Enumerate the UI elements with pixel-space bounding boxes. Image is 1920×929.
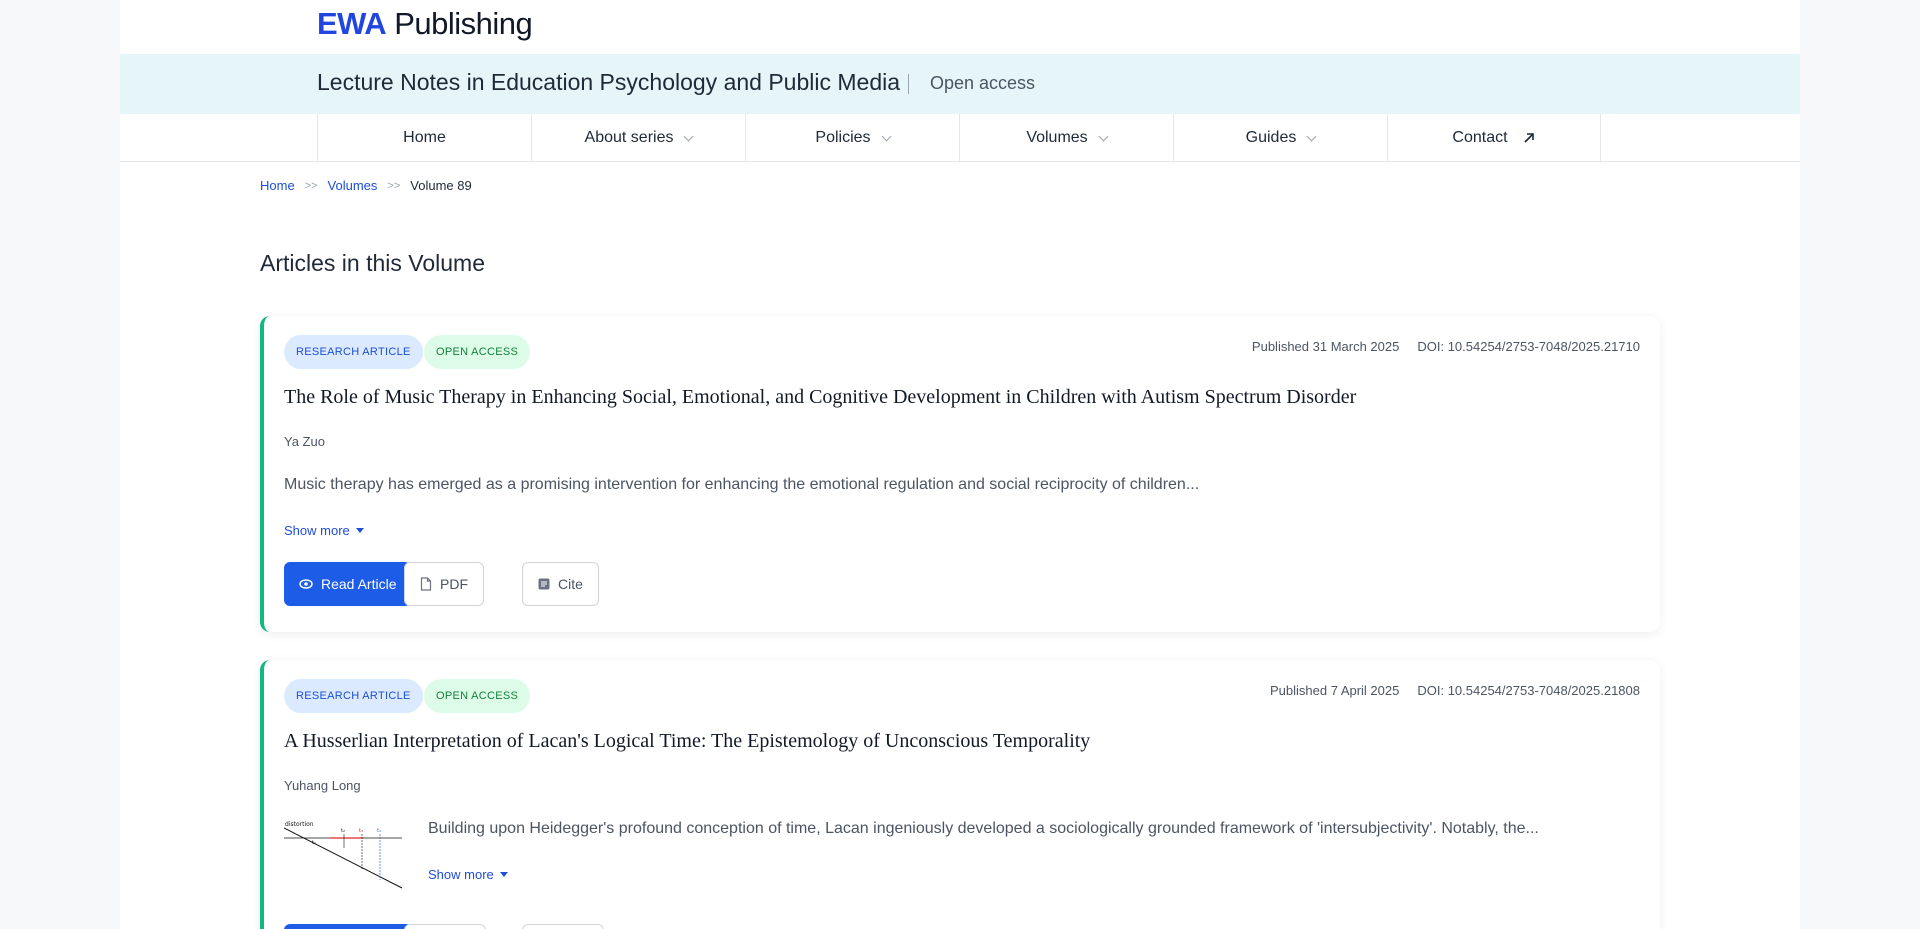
article-abstract: Building upon Heidegger's profound conce…	[428, 820, 1539, 837]
open-access-badge: OPEN ACCESS	[424, 679, 531, 713]
page-container: EWA Publishing Lecture Notes in Educatio…	[120, 0, 1800, 929]
cite-icon	[538, 578, 550, 590]
article-type-badge: RESEARCH ARTICLE	[284, 679, 423, 713]
article-card: RESEARCH ARTICLE OPEN ACCESS Published 3…	[260, 316, 1660, 632]
cite-button[interactable]	[522, 924, 604, 929]
article-doi[interactable]: DOI: 10.54254/2753-7048/2025.21710	[1417, 339, 1640, 354]
nav-policies[interactable]: Policies	[745, 114, 959, 162]
read-article-label: Read Article	[321, 576, 397, 592]
document-icon	[420, 577, 432, 591]
article-thumbnail[interactable]: distortion t₁ t₂ t₃ t₄	[284, 820, 406, 896]
thumbnail-t4: t₄	[377, 828, 381, 834]
nav-volumes-label: Volumes	[1026, 129, 1088, 146]
nav-contact-label: Contact	[1452, 129, 1508, 146]
site-logo[interactable]: EWA Publishing	[317, 6, 533, 42]
series-header: Lecture Notes in Education Psychology an…	[120, 54, 1800, 114]
nav-home-label: Home	[403, 129, 446, 146]
breadcrumb: Home >> Volumes >> Volume 89	[260, 178, 472, 193]
nav-contact[interactable]: Contact	[1387, 114, 1601, 162]
chevron-down-icon	[684, 131, 694, 141]
nav-about-label: About series	[584, 129, 674, 146]
nav-guides-label: Guides	[1245, 129, 1297, 146]
section-title: Articles in this Volume	[260, 250, 485, 276]
thumbnail-t2: t₂	[341, 828, 345, 834]
breadcrumb-current: Volume 89	[410, 178, 472, 193]
article-title[interactable]: A Husserlian Interpretation of Lacan's L…	[284, 730, 1090, 753]
nav-about-series[interactable]: About series	[531, 114, 745, 162]
breadcrumb-separator: >>	[387, 179, 401, 192]
series-divider	[908, 74, 909, 94]
article-doi[interactable]: DOI: 10.54254/2753-7048/2025.21808	[1417, 683, 1640, 698]
show-more-label: Show more	[284, 523, 350, 538]
series-title[interactable]: Lecture Notes in Education Psychology an…	[317, 69, 900, 96]
series-access-label: Open access	[930, 73, 1036, 93]
pdf-label: PDF	[440, 576, 468, 592]
article-card: RESEARCH ARTICLE OPEN ACCESS Published 7…	[260, 660, 1660, 929]
breadcrumb-separator: >>	[304, 179, 318, 192]
logo-publishing: Publishing	[386, 6, 533, 41]
logo-bar: EWA Publishing	[120, 0, 1800, 54]
breadcrumb-home[interactable]: Home	[260, 178, 295, 193]
chevron-down-icon	[881, 131, 892, 141]
nav-guides[interactable]: Guides	[1173, 114, 1387, 162]
thumbnail-label: distortion	[285, 821, 314, 828]
article-author[interactable]: Yuhang Long	[284, 778, 361, 793]
chevron-down-icon	[1098, 131, 1109, 141]
published-date: Published 31 March 2025	[1251, 339, 1400, 354]
article-author[interactable]: Ya Zuo	[284, 434, 325, 449]
cite-button[interactable]: Cite	[522, 562, 599, 606]
show-more-label: Show more	[428, 867, 494, 882]
pdf-button[interactable]: PDF	[404, 562, 484, 606]
breadcrumb-volumes[interactable]: Volumes	[328, 178, 378, 193]
article-abstract: Music therapy has emerged as a promising…	[284, 476, 1200, 493]
nav-policies-label: Policies	[815, 129, 871, 146]
logo-ewa: EWA	[317, 6, 387, 41]
chevron-down-icon	[1306, 131, 1317, 141]
read-article-button[interactable]: Read Article	[284, 562, 412, 606]
thumbnail-t1: t₁	[312, 840, 316, 846]
show-more-toggle[interactable]: Show more	[428, 867, 508, 882]
published-date: Published 7 April 2025	[1269, 683, 1400, 698]
eye-icon	[299, 579, 313, 589]
article-meta: Published 31 March 2025 DOI: 10.54254/27…	[1252, 339, 1640, 354]
main-nav: Home About series Policies Volumes Guide…	[120, 114, 1800, 162]
open-access-badge: OPEN ACCESS	[424, 335, 531, 369]
thumbnail-t3: t₃	[359, 828, 363, 834]
cite-label: Cite	[558, 576, 583, 592]
external-link-icon	[1523, 133, 1534, 143]
show-more-toggle[interactable]: Show more	[284, 523, 364, 538]
article-meta: Published 7 April 2025 DOI: 10.54254/275…	[1270, 683, 1640, 698]
nav-volumes[interactable]: Volumes	[959, 114, 1173, 162]
article-type-badge: RESEARCH ARTICLE	[284, 335, 423, 369]
article-title[interactable]: The Role of Music Therapy in Enhancing S…	[284, 386, 1356, 409]
nav-home[interactable]: Home	[317, 114, 531, 162]
read-article-button[interactable]	[284, 924, 412, 929]
caret-down-icon	[355, 528, 364, 533]
caret-down-icon	[499, 872, 508, 877]
pdf-button[interactable]	[404, 924, 486, 929]
